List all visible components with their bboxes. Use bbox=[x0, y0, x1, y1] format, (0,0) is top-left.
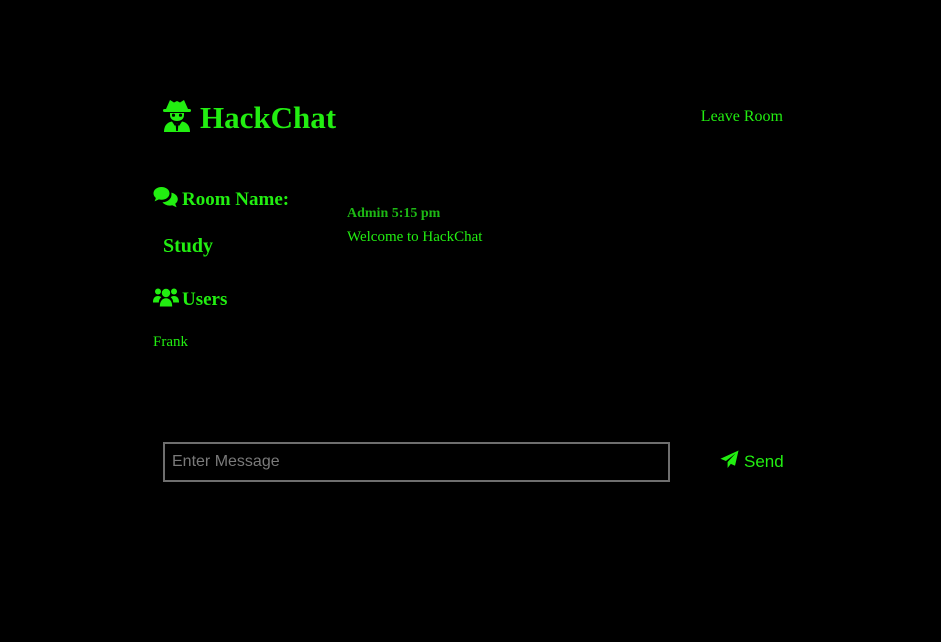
send-label: Send bbox=[744, 452, 784, 471]
users-heading: Users bbox=[153, 286, 227, 314]
app-title: HackChat bbox=[200, 100, 337, 135]
paper-plane-icon bbox=[720, 450, 744, 474]
message-meta: Admin 5:15 pm bbox=[347, 206, 482, 222]
message-text: Welcome to HackChat bbox=[347, 229, 483, 245]
send-button[interactable]: Send bbox=[720, 450, 784, 474]
room-name-heading: Room Name: bbox=[153, 186, 289, 214]
leave-room-link[interactable]: Leave Room bbox=[701, 108, 783, 126]
room-name-label: Room Name: bbox=[182, 189, 290, 210]
chat-message: Admin 5:15 pm Welcome to HackChat bbox=[347, 206, 482, 246]
message-author: Admin bbox=[347, 206, 389, 221]
message-time: 5:15 pm bbox=[391, 206, 441, 221]
brand: HackChat bbox=[162, 98, 336, 137]
user-list-item: Frank bbox=[153, 334, 188, 350]
user-secret-icon bbox=[162, 98, 200, 137]
room-name-value: Study bbox=[163, 235, 214, 257]
users-icon bbox=[153, 286, 182, 314]
message-input[interactable] bbox=[163, 442, 670, 482]
users-label: Users bbox=[182, 289, 228, 310]
comments-icon bbox=[153, 186, 182, 214]
